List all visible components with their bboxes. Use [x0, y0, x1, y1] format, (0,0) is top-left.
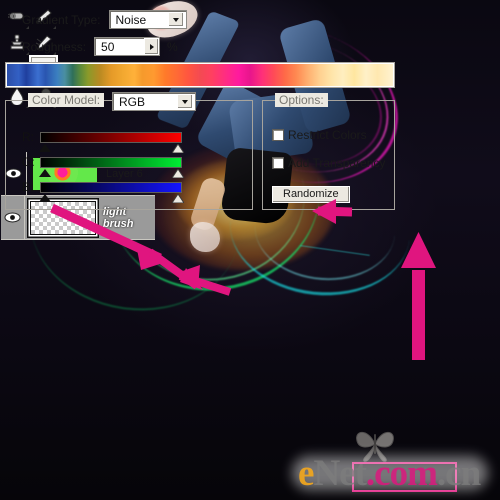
watermark-text: eNet.com.cn: [298, 452, 481, 496]
dancer-hand-wrap: [190, 222, 220, 252]
channel-label-r: R:: [22, 130, 34, 144]
channel-handle-b-high[interactable]: [172, 193, 184, 203]
randomize-button[interactable]: Randomize: [272, 185, 350, 203]
roughness-label: Roughness:: [22, 39, 87, 54]
chevron-down-icon: [172, 17, 179, 22]
gradient-preview-strip[interactable]: [5, 62, 395, 88]
channel-slider-b[interactable]: B:: [22, 176, 184, 203]
color-model-value: RGB: [119, 94, 146, 109]
channel-handle-g-high[interactable]: [172, 168, 184, 178]
watermark: eNet.com.cn: [292, 452, 498, 496]
gradient-preview-fill: [7, 64, 393, 86]
watermark-part-com: .com: [365, 453, 438, 494]
watermark-part-e: e: [298, 453, 314, 494]
channel-track-b[interactable]: [39, 181, 184, 203]
channel-slider-g[interactable]: G:: [22, 151, 184, 178]
chevron-down-icon: [182, 99, 188, 104]
add-transparency-row[interactable]: Add Transparency: [272, 156, 392, 170]
gradient-type-caret[interactable]: [167, 12, 184, 27]
chevron-right-icon: [149, 43, 154, 50]
restrict-colors-row[interactable]: Restrict Colors: [272, 128, 392, 142]
channel-handle-g-low[interactable]: [39, 168, 51, 177]
restrict-colors-checkbox[interactable]: [272, 129, 284, 141]
gradient-type-value: Noise: [115, 12, 147, 27]
channel-slider-r[interactable]: R:: [22, 126, 184, 153]
gradient-type-label: Gradient Type:: [22, 12, 101, 27]
channel-label-g: G:: [22, 155, 35, 169]
channel-track-g[interactable]: [39, 156, 184, 178]
watermark-part-net: Net: [313, 453, 366, 494]
channel-label-b: B:: [22, 180, 34, 194]
add-transparency-checkbox[interactable]: [272, 157, 284, 169]
channel-handle-b-low[interactable]: [39, 193, 51, 202]
eye-icon: [4, 212, 21, 223]
options-group-title: Options:: [275, 93, 328, 107]
channel-track-r[interactable]: [39, 131, 184, 153]
watermark-part-cn: .cn: [436, 453, 481, 494]
roughness-stepper[interactable]: [144, 38, 160, 55]
channel-handle-r-low[interactable]: [39, 143, 51, 152]
restrict-colors-label: Restrict Colors: [288, 128, 367, 142]
color-model-caret[interactable]: [177, 94, 193, 109]
color-model-label: Color Model:: [28, 93, 105, 107]
add-transparency-label: Add Transparency: [288, 156, 386, 170]
screenshot-root: Layer 6 light brush Gradient Type: Noise…: [0, 0, 500, 500]
gradient-type-combo[interactable]: Noise: [108, 10, 187, 29]
channel-handle-r-high[interactable]: [172, 143, 184, 153]
roughness-input[interactable]: 50: [94, 37, 161, 56]
roughness-value: 50: [101, 39, 115, 54]
color-model-combo[interactable]: RGB: [112, 92, 196, 111]
roughness-unit: %: [167, 39, 178, 54]
